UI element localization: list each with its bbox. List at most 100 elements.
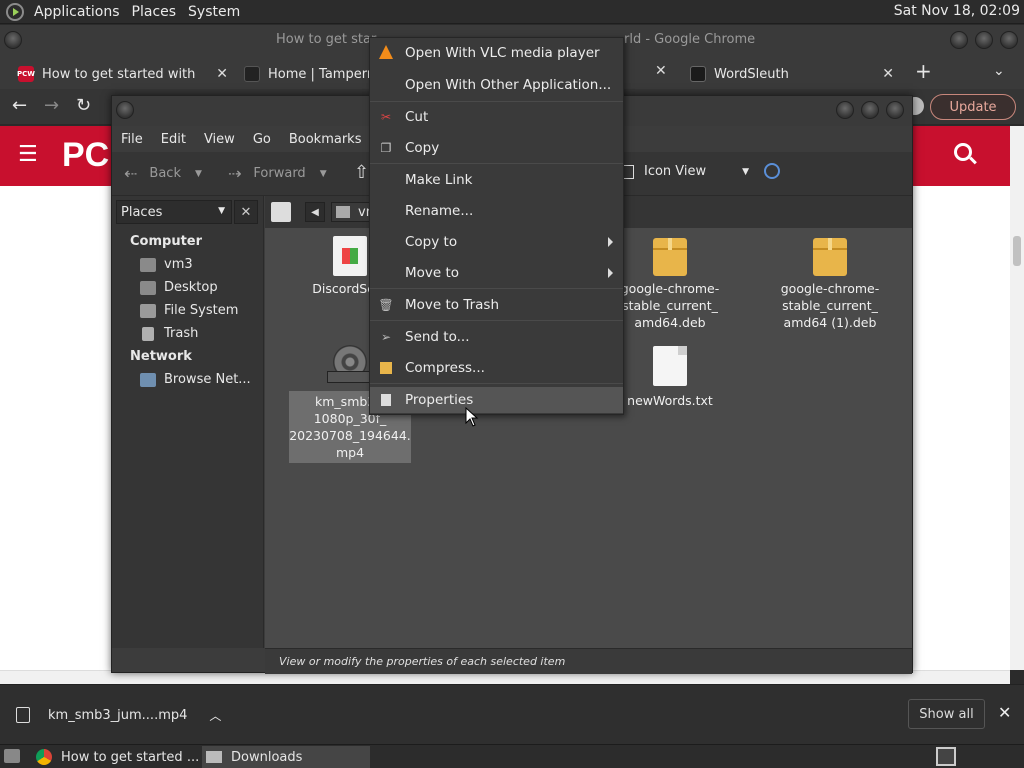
file-item-newwords-txt[interactable]: newWords.txt (607, 346, 733, 409)
chevron-down-icon: ▼ (218, 206, 225, 216)
menu-item-move-to-trash[interactable]: 🗑 Move to Trash (370, 292, 623, 318)
menu-item-compress[interactable]: Compress... (370, 355, 623, 381)
package-icon (653, 238, 687, 276)
close-tab-icon[interactable]: ✕ (655, 63, 667, 79)
menu-separator (370, 288, 623, 289)
taskbar-item-downloads[interactable]: Downloads (202, 746, 370, 768)
minimize-button[interactable] (836, 101, 854, 119)
search-icon[interactable] (764, 163, 780, 179)
top-panel: Applications Places System Sat Nov 18, 0… (0, 0, 1024, 24)
tab-label: Home | Tamperm (268, 66, 370, 82)
edit-menu[interactable]: Edit (152, 132, 195, 147)
chrome-window-title-left: How to get star (276, 32, 377, 47)
workspace-switcher-icon[interactable] (936, 747, 956, 766)
minimize-button[interactable] (950, 31, 968, 49)
tab-wordsleuth[interactable]: WordSleuth ✕ (680, 59, 900, 89)
pcworld-favicon-icon: PCW (17, 66, 35, 82)
menu-separator (370, 320, 623, 321)
sidebar-item-browse-network[interactable]: Browse Net... (140, 372, 251, 387)
page-vertical-scrollbar[interactable] (1010, 126, 1024, 670)
show-desktop-icon[interactable] (4, 749, 20, 763)
back-button[interactable]: ⇠ Back ▼ (124, 164, 202, 183)
forward-button[interactable]: ⇢ Forward ▼ (228, 164, 327, 183)
new-tab-plus-icon[interactable]: + (915, 59, 932, 83)
download-shelf: km_smb3_jum....mp4 ︿ Show all ✕ (0, 684, 1024, 744)
tab-pcworld[interactable]: PCW How to get started with Lin ✕ (8, 59, 234, 89)
view-menu[interactable]: View (195, 132, 244, 147)
edit-location-icon[interactable] (271, 202, 291, 222)
back-arrow-icon[interactable]: ← (12, 95, 27, 116)
properties-icon (378, 392, 394, 408)
menu-separator (370, 383, 623, 384)
file-item-chrome-deb-copy[interactable]: google-chrome- stable_current_ amd64 (1)… (767, 238, 893, 331)
tab-search-chevron-icon[interactable]: ⌄ (993, 63, 1005, 79)
menu-item-send-to[interactable]: ➢ Send to... (370, 324, 623, 350)
chrome-window-title-right: rld - Google Chrome (624, 32, 756, 47)
context-menu: Open With VLC media player Open With Oth… (369, 37, 624, 415)
pcworld-logo[interactable]: PC (62, 136, 109, 175)
menu-item-copy-to[interactable]: Copy to (370, 229, 623, 255)
maximize-button[interactable] (861, 101, 879, 119)
menu-item-open-with-other[interactable]: Open With Other Application... (370, 72, 623, 98)
taskbar: How to get started ... Downloads (0, 744, 1024, 768)
window-menu-icon[interactable] (116, 101, 134, 119)
search-icon-handle (969, 156, 977, 165)
reload-icon[interactable]: ↻ (76, 95, 91, 116)
forward-arrow-icon[interactable]: → (44, 95, 59, 116)
menu-item-copy[interactable]: ❐ Copy (370, 135, 623, 161)
tab-label: How to get started with Lin (42, 66, 200, 82)
window-menu-icon[interactable] (4, 31, 22, 49)
close-tab-icon[interactable]: ✕ (882, 66, 894, 82)
path-left-arrow-icon[interactable]: ◀ (305, 202, 325, 222)
taskbar-item-chrome[interactable]: How to get started ... (36, 746, 202, 768)
bookmarks-menu[interactable]: Bookmarks (280, 132, 371, 147)
menu-item-make-link[interactable]: Make Link (370, 167, 623, 193)
chevron-down-icon[interactable]: ▼ (320, 169, 327, 179)
menu-item-rename[interactable]: Rename... (370, 198, 623, 224)
download-item[interactable]: km_smb3_jum....mp4 ︿ (16, 701, 221, 729)
desktop-folder-icon (140, 280, 156, 295)
sidebar-item-vm3[interactable]: vm3 (140, 257, 193, 272)
menu-separator (370, 163, 623, 164)
sidebar-heading-computer: Computer (130, 234, 203, 249)
close-sidebar-button[interactable]: ✕ (234, 200, 258, 224)
installer-icon (333, 236, 367, 276)
up-arrow-icon[interactable]: ⇧ (354, 162, 369, 183)
menu-item-properties[interactable]: Properties (370, 387, 623, 413)
sidebar-item-file-system[interactable]: File System (140, 303, 238, 318)
menu-item-move-to[interactable]: Move to (370, 260, 623, 286)
places-selector[interactable]: Places ▼ (116, 200, 232, 224)
trash-icon: 🗑 (378, 298, 394, 312)
scroll-thumb[interactable] (1013, 236, 1021, 266)
close-tab-icon[interactable]: ✕ (216, 66, 228, 82)
close-download-shelf-icon[interactable]: ✕ (998, 703, 1011, 722)
sidebar-item-desktop[interactable]: Desktop (140, 280, 218, 295)
mint-logo-icon[interactable] (6, 2, 24, 21)
status-bar: View or modify the properties of each se… (265, 648, 912, 674)
file-icon (16, 707, 30, 723)
close-window-button[interactable] (1000, 31, 1018, 49)
sidebar-item-trash[interactable]: Trash (140, 326, 198, 341)
go-menu[interactable]: Go (244, 132, 280, 147)
chevron-up-icon[interactable]: ︿ (209, 707, 221, 724)
hamburger-menu-icon[interactable]: ☰ (18, 142, 38, 167)
menu-item-open-with-vlc[interactable]: Open With VLC media player (370, 40, 623, 66)
show-all-button[interactable]: Show all (908, 699, 985, 729)
maximize-button[interactable] (975, 31, 993, 49)
applications-menu[interactable]: Applications (28, 4, 126, 20)
home-folder-icon (336, 206, 350, 218)
tab-tampermonkey[interactable]: Home | Tamperm (234, 59, 370, 89)
trash-icon (142, 326, 154, 341)
network-icon (140, 372, 156, 387)
chevron-down-icon[interactable]: ▼ (195, 169, 202, 179)
file-item-chrome-deb[interactable]: google-chrome- stable_current_ amd64.deb (607, 238, 733, 331)
menu-item-cut[interactable]: ✂ Cut (370, 104, 623, 130)
clock[interactable]: Sat Nov 18, 02:09 (894, 3, 1020, 19)
places-menu[interactable]: Places (126, 4, 183, 20)
file-menu[interactable]: File (112, 132, 152, 147)
view-mode-selector[interactable]: Icon View ▼ (622, 164, 749, 179)
chrome-icon (36, 749, 52, 765)
close-window-button[interactable] (886, 101, 904, 119)
update-button[interactable]: Update (930, 94, 1016, 120)
system-menu[interactable]: System (182, 4, 246, 20)
